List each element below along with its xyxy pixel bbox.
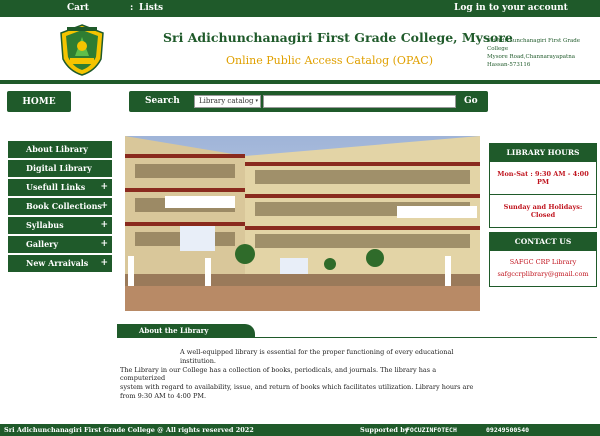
sidebar-item-label: About Library: [26, 144, 88, 154]
plus-icon: +: [100, 239, 108, 249]
footer-supported-by: Supported by: [360, 426, 409, 434]
address-line: Mysore Road,Channarayapatna: [487, 54, 576, 60]
topbar-separator: :: [130, 3, 134, 13]
search-input[interactable]: [263, 95, 456, 108]
footer-phone: 09249500540: [486, 426, 530, 434]
contact-email[interactable]: safgccrplibrary@gmail.com: [490, 268, 596, 280]
select-arrow-icon: ▾: [255, 98, 258, 104]
login-link[interactable]: Log in to your account: [454, 3, 568, 13]
footer-copyright: Sri Adichunchanagiri First Grade College…: [4, 426, 254, 434]
contact-name: SAFGC CRP Library: [509, 258, 577, 266]
about-line: A well-equipped library is essential for…: [180, 348, 454, 365]
contact-panel: CONTACT US SAFGC CRP Library safgccrplib…: [489, 232, 597, 287]
address-line: Hassan-573116: [487, 62, 531, 68]
opac-title: Online Public Access Catalog (OPAC): [226, 54, 433, 67]
college-address: Sri Adichunchanagiri First Grade College…: [487, 37, 599, 69]
sidebar-item-label: Syllabus: [26, 220, 64, 230]
about-line: system with regard to availability, issu…: [120, 383, 474, 392]
about-divider: [117, 337, 597, 338]
sidebar-item-label: New Arraivals: [26, 258, 89, 268]
sidebar-item-label: Digital Library: [26, 163, 92, 173]
address-line: Sri Adichunchanagiri First Grade College: [487, 38, 581, 52]
sidebar-menu: About Library Digital Library Usefull Li…: [8, 141, 112, 274]
about-heading: About the Library: [117, 324, 255, 338]
sidebar-item-syllabus[interactable]: Syllabus +: [8, 217, 112, 234]
search-label: Search: [145, 96, 180, 106]
library-hours-title: LIBRARY HOURS: [489, 143, 597, 162]
sidebar-item-label: Gallery: [26, 239, 59, 249]
search-bar: Search Library catalog ▾ Go: [129, 91, 488, 112]
contact-title: CONTACT US: [489, 232, 597, 251]
header-divider: [0, 80, 600, 84]
weekday-hours: Mon-Sat : 9:30 AM - 4:00 PM: [489, 162, 597, 195]
cart-link[interactable]: Cart: [67, 3, 89, 13]
sidebar-item-usefull-links[interactable]: Usefull Links +: [8, 179, 112, 196]
catalog-select-value: Library catalog: [199, 97, 254, 105]
college-name: Sri Adichunchanagiri First Grade College…: [163, 30, 513, 45]
top-bar: Cart : Lists Log in to your account: [0, 0, 600, 17]
about-line: from 9:30 AM to 4:00 PM.: [120, 391, 207, 400]
contact-body: SAFGC CRP Library safgccrplibrary@gmail.…: [489, 251, 597, 287]
footer-vendor[interactable]: FOCUZINFOTECH: [406, 426, 457, 434]
plus-icon: +: [100, 258, 108, 268]
footer: Sri Adichunchanagiri First Grade College…: [0, 424, 600, 436]
plus-icon: +: [100, 201, 108, 211]
catalog-select[interactable]: Library catalog ▾: [194, 95, 261, 108]
home-button[interactable]: HOME: [7, 91, 71, 112]
sidebar-item-label: Usefull Links: [26, 182, 86, 192]
go-button[interactable]: Go: [464, 96, 478, 106]
plus-icon: +: [100, 182, 108, 192]
lists-link[interactable]: Lists: [139, 3, 163, 13]
about-line: The Library in our College has a collect…: [120, 365, 437, 383]
about-text: A well-equipped library is essential for…: [120, 348, 480, 401]
sidebar-item-gallery[interactable]: Gallery +: [8, 236, 112, 253]
weekend-hours: Sunday and Holidays: Closed: [489, 195, 597, 228]
sidebar-item-new-arraivals[interactable]: New Arraivals +: [8, 255, 112, 272]
sidebar-item-book-collections[interactable]: Book Collections +: [8, 198, 112, 215]
hero-image: [125, 136, 480, 311]
library-hours-panel: LIBRARY HOURS Mon-Sat : 9:30 AM - 4:00 P…: [489, 143, 597, 228]
sidebar-item-about-library[interactable]: About Library: [8, 141, 112, 158]
college-logo: [60, 24, 104, 76]
plus-icon: +: [100, 220, 108, 230]
sidebar-item-label: Book Collections: [26, 201, 102, 211]
college-building-photo: [125, 136, 480, 311]
site-header: Sri Adichunchanagiri First Grade College…: [0, 17, 600, 81]
sidebar-item-digital-library[interactable]: Digital Library: [8, 160, 112, 177]
